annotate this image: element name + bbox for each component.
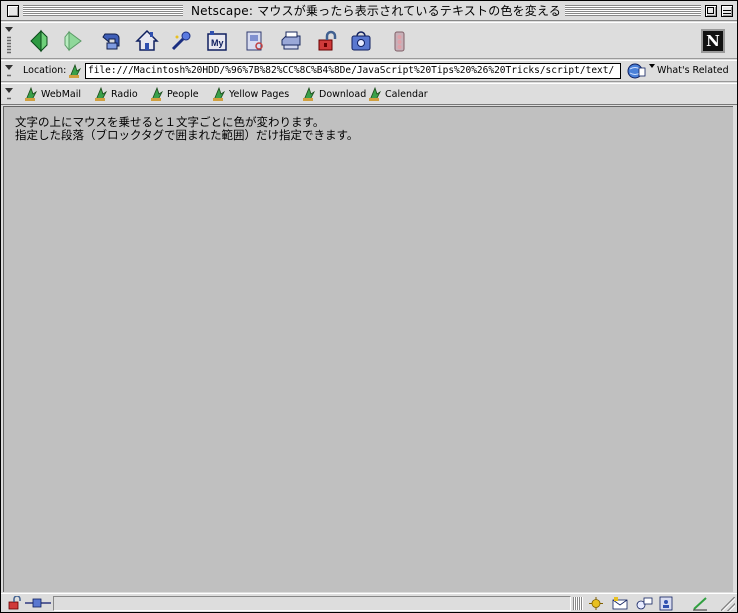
stop-button[interactable] <box>385 27 413 55</box>
navigation-toolbar: My N <box>1 22 737 59</box>
browser-window: Netscape: マウスが乗ったら表示されているテキストの色を変える My N… <box>0 0 738 613</box>
bookmark-download[interactable]: Download <box>301 86 366 102</box>
location-url-input[interactable]: file:///Macintosh%20HDD/%96%7B%82%CC%8C%… <box>85 63 621 79</box>
bookmark-icon <box>95 86 108 101</box>
title-stripes-right <box>557 5 701 16</box>
print-button[interactable] <box>277 27 305 55</box>
bookmark-icon <box>151 86 164 101</box>
bookmark-icon <box>303 86 316 101</box>
toolbar-grip[interactable] <box>3 85 15 102</box>
toolbar-grip[interactable] <box>3 24 15 56</box>
content-line-2[interactable]: 指定した段落（ブロックタグで囲まれた範囲）だけ指定できます。 <box>15 129 358 142</box>
forward-button[interactable] <box>59 27 87 55</box>
title-bar[interactable]: Netscape: マウスが乗ったら表示されているテキストの色を変える <box>1 1 737 21</box>
bookmark-icon <box>213 86 226 101</box>
shop-icon <box>351 31 371 51</box>
netscape-logo-icon[interactable]: N <box>701 29 725 53</box>
bookmark-people[interactable]: People <box>149 86 199 102</box>
security-button[interactable] <box>313 27 341 55</box>
resize-grip[interactable] <box>721 597 735 611</box>
reload-icon <box>102 33 120 50</box>
my-label: My <box>211 38 224 48</box>
security-lock-icon[interactable] <box>7 596 23 610</box>
address-book-icon[interactable] <box>657 596 675 611</box>
mail-icon[interactable] <box>611 596 629 611</box>
whats-related-icon[interactable] <box>627 62 647 80</box>
bookmark-radio[interactable]: Radio <box>93 86 138 102</box>
zoom-box[interactable] <box>705 5 717 17</box>
personal-toolbar: WebMail Radio People Yellow Pages Downlo… <box>1 83 737 105</box>
composer-icon[interactable] <box>691 596 709 611</box>
window-title: Netscape: マウスが乗ったら表示されているテキストの色を変える <box>187 3 566 19</box>
reload-button[interactable] <box>97 27 125 55</box>
status-separator <box>573 597 583 610</box>
home-button[interactable] <box>133 27 161 55</box>
toolbar-grip[interactable] <box>3 62 15 79</box>
my-netscape-icon: My <box>207 31 227 51</box>
bookmark-calendar[interactable]: Calendar <box>367 86 428 102</box>
back-button[interactable] <box>25 27 53 55</box>
stop-icon <box>394 31 405 52</box>
status-text <box>53 596 571 611</box>
bookmark-label: Download <box>319 88 367 100</box>
bookmark-icon <box>369 86 382 101</box>
title-stripes-left <box>23 5 183 16</box>
my-netscape-button[interactable]: My <box>203 27 231 55</box>
back-arrow-icon <box>30 29 48 53</box>
bookmark-yellow-pages[interactable]: Yellow Pages <box>211 86 289 102</box>
chevron-down-icon[interactable] <box>649 64 655 68</box>
search-button[interactable] <box>167 27 195 55</box>
connection-plug-icon <box>25 598 51 608</box>
status-bar <box>1 593 737 612</box>
page-proxy-icon[interactable] <box>67 63 83 79</box>
security-lock-icon <box>318 30 337 51</box>
navigator-icon[interactable] <box>587 596 605 611</box>
page-content: 文字の上にマウスを乗せると１文字ごとに色が変わります。 指定した段落（ブロックタ… <box>3 106 733 592</box>
close-box[interactable] <box>7 5 19 17</box>
bookmark-label: WebMail <box>41 88 82 100</box>
bookmark-webmail[interactable]: WebMail <box>23 86 81 102</box>
print-icon <box>281 31 301 50</box>
images-button[interactable] <box>241 27 269 55</box>
whats-related-label[interactable]: What's Related <box>657 65 729 76</box>
bookmark-icon <box>25 86 38 101</box>
newsgroups-icon[interactable] <box>635 596 653 611</box>
home-icon <box>135 29 159 51</box>
bookmark-label: People <box>167 88 199 100</box>
search-icon <box>171 31 191 51</box>
bookmark-label: Radio <box>111 88 138 100</box>
location-toolbar: Location: file:///Macintosh%20HDD/%96%7B… <box>1 60 737 82</box>
shop-button[interactable] <box>347 27 375 55</box>
bookmark-label: Yellow Pages <box>229 88 290 100</box>
forward-arrow-icon <box>64 30 82 52</box>
collapse-box[interactable] <box>721 5 733 17</box>
images-icon <box>246 31 263 51</box>
location-label: Location: <box>23 65 67 76</box>
bookmark-label: Calendar <box>385 88 428 100</box>
